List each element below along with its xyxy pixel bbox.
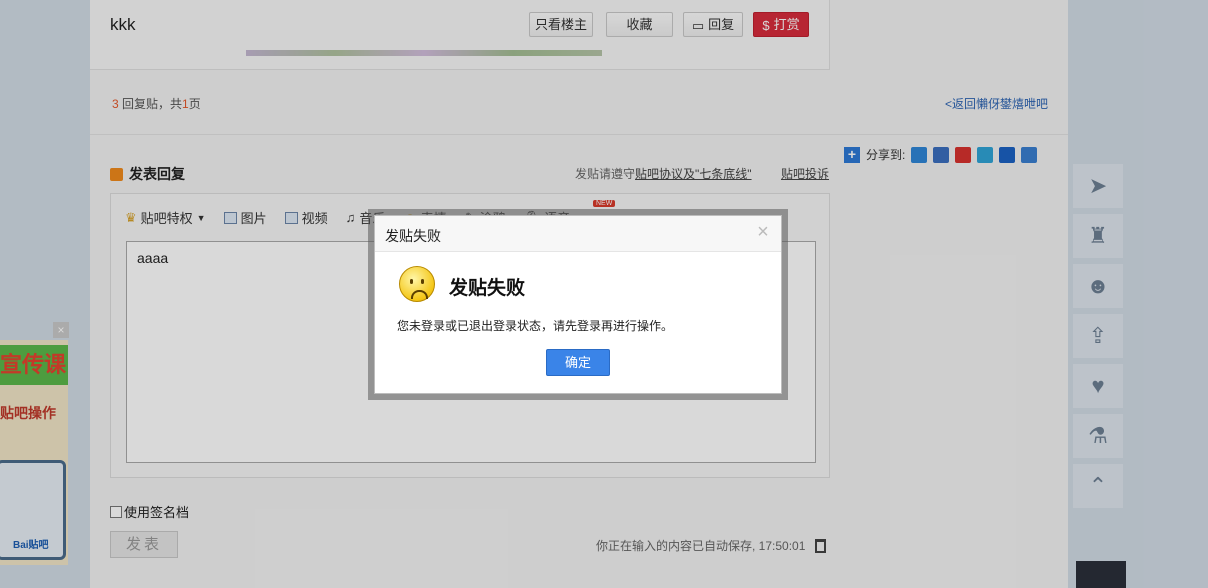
dialog-heading: 发贴失败	[449, 277, 526, 299]
confirm-button[interactable]: 确定	[546, 349, 610, 376]
dialog-header: 发贴失败 ×	[375, 216, 781, 252]
close-icon[interactable]: ×	[753, 222, 773, 242]
dialog-title: 发贴失败	[385, 228, 441, 244]
error-dialog: 发贴失败 × 发贴失败 您未登录或已退出登录状态，请先登录再进行操作。 确定	[374, 215, 782, 394]
sad-face-icon	[399, 266, 435, 302]
dialog-message: 您未登录或已退出登录状态，请先登录再进行操作。	[397, 319, 674, 333]
